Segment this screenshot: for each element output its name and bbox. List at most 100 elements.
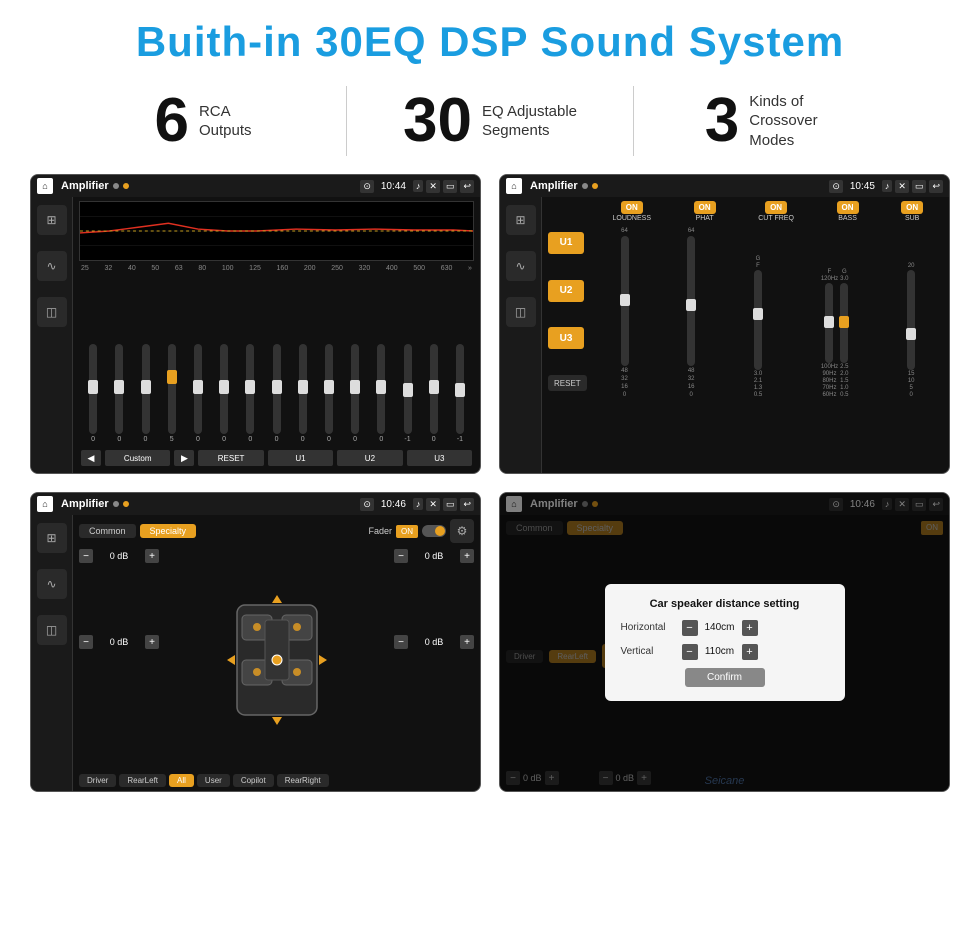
cross-u2-btn[interactable]: U2: [548, 280, 584, 302]
fader-home-icon[interactable]: ⌂: [37, 496, 53, 512]
cross-wave-btn[interactable]: ∿: [506, 251, 536, 281]
eq-close-icon[interactable]: ✕: [426, 180, 440, 193]
eq-slider-8[interactable]: 0: [264, 344, 288, 443]
page-title: Buith-in 30EQ DSP Sound System: [0, 18, 980, 66]
fader-filter-btn[interactable]: ⊞: [37, 523, 67, 553]
fader-tr-minus[interactable]: −: [394, 549, 408, 563]
cross-u1-btn[interactable]: U1: [548, 232, 584, 254]
cross-u3-btn[interactable]: U3: [548, 327, 584, 349]
fader-window-icon[interactable]: ▭: [443, 498, 458, 511]
eq-wave-btn[interactable]: ∿: [37, 251, 67, 281]
cross-window-icon[interactable]: ▭: [912, 180, 927, 193]
cross-sidebar: ⊞ ∿ ◫: [500, 197, 542, 473]
cross-balance-btn[interactable]: ◫: [506, 297, 536, 327]
dialog-horizontal-minus[interactable]: −: [682, 620, 698, 636]
eq-slider-14[interactable]: 0: [422, 344, 446, 443]
fader-copilot-btn[interactable]: Copilot: [233, 774, 274, 787]
stat-crossover: 3 Kinds ofCrossover Modes: [634, 90, 920, 152]
eq-slider-12[interactable]: 0: [369, 344, 393, 443]
eq-home-icon[interactable]: ⌂: [37, 178, 53, 194]
stat-eq-label: EQ AdjustableSegments: [482, 102, 577, 141]
fader-spacer: [79, 569, 159, 629]
eq-reset-btn[interactable]: RESET: [198, 450, 263, 466]
fader-bl-minus[interactable]: −: [79, 635, 93, 649]
fader-br-val: 0 dB: [411, 637, 457, 647]
cross-home-icon[interactable]: ⌂: [506, 178, 522, 194]
fader-android-bar: ⌂ Amplifier ⊙ 10:46 ♪ ✕ ▭ ↩: [31, 493, 480, 515]
cross-back-icon[interactable]: ↩: [929, 180, 943, 193]
fader-app-title: Amplifier: [61, 498, 109, 510]
eq-prev-btn[interactable]: ◀: [81, 450, 101, 466]
stat-rca: 6 RCAOutputs: [60, 90, 346, 152]
eq-filter-btn[interactable]: ⊞: [37, 205, 67, 235]
fader-diagram: [165, 549, 388, 770]
fader-tl-plus[interactable]: +: [145, 549, 159, 563]
fader-close-icon[interactable]: ✕: [426, 498, 440, 511]
eq-slider-9[interactable]: 0: [291, 344, 315, 443]
eq-slider-2[interactable]: 0: [107, 344, 131, 443]
cross-sub-slider[interactable]: 20 15 10 5 0: [907, 263, 915, 398]
fader-bl-plus[interactable]: +: [145, 635, 159, 649]
cross-bass-on[interactable]: ON: [837, 201, 859, 214]
fader-tl-minus[interactable]: −: [79, 549, 93, 563]
fader-on-btn[interactable]: ON: [396, 525, 418, 538]
eq-slider-11[interactable]: 0: [343, 344, 367, 443]
dialog-screen: ⌂ Amplifier ⊙ 10:46 ♪ ✕ ▭ ↩ Common Speci…: [499, 492, 950, 792]
cross-filter-btn[interactable]: ⊞: [506, 205, 536, 235]
fader-br-plus[interactable]: +: [460, 635, 474, 649]
cross-loudness-slider[interactable]: 64 48 32 16 0: [621, 228, 629, 398]
eq-slider-1[interactable]: 0: [81, 344, 105, 443]
fader-bl-control: − 0 dB +: [79, 635, 159, 649]
eq-u2-btn[interactable]: U2: [337, 450, 402, 466]
fader-specialty-tab[interactable]: Specialty: [140, 524, 197, 538]
fader-all-btn[interactable]: All: [169, 774, 194, 787]
cross-speaker-icon: ♪: [882, 180, 893, 192]
fader-common-tab[interactable]: Common: [79, 524, 136, 538]
cross-loudness-on[interactable]: ON: [621, 201, 643, 214]
fader-rearleft-btn[interactable]: RearLeft: [119, 774, 166, 787]
eq-slider-3[interactable]: 0: [133, 344, 157, 443]
fader-settings-btn[interactable]: ⚙: [450, 519, 474, 543]
fader-rearright-btn[interactable]: RearRight: [277, 774, 329, 787]
eq-slider-10[interactable]: 0: [317, 344, 341, 443]
eq-slider-4[interactable]: 5: [160, 344, 184, 443]
cross-android-bar: ⌂ Amplifier ⊙ 10:45 ♪ ✕ ▭ ↩: [500, 175, 949, 197]
fader-wave-btn[interactable]: ∿: [37, 569, 67, 599]
eq-balance-btn[interactable]: ◫: [37, 297, 67, 327]
fader-toggle[interactable]: [422, 525, 446, 537]
dialog-vertical-minus[interactable]: −: [682, 644, 698, 660]
cross-phat-on[interactable]: ON: [694, 201, 716, 214]
cross-sub-on[interactable]: ON: [901, 201, 923, 214]
fader-user-btn[interactable]: User: [197, 774, 230, 787]
cross-cutfreq-on[interactable]: ON: [765, 201, 787, 214]
dialog-horizontal-plus[interactable]: +: [742, 620, 758, 636]
fader-balance-btn[interactable]: ◫: [37, 615, 67, 645]
eq-next-btn[interactable]: ▶: [174, 450, 194, 466]
cross-phat-slider[interactable]: 64 48 32 16 0: [687, 228, 695, 398]
cross-reset-btn[interactable]: RESET: [548, 375, 587, 391]
confirm-button[interactable]: Confirm: [685, 668, 765, 687]
eq-u1-btn[interactable]: U1: [268, 450, 333, 466]
fader-right-controls: − 0 dB + − 0 dB +: [394, 549, 474, 770]
fader-back-icon[interactable]: ↩: [460, 498, 474, 511]
eq-u3-btn[interactable]: U3: [407, 450, 472, 466]
fader-bottom-btns: Driver RearLeft All User Copilot RearRig…: [79, 774, 474, 787]
fader-br-minus[interactable]: −: [394, 635, 408, 649]
eq-slider-13[interactable]: -1: [395, 344, 419, 443]
cross-close-icon[interactable]: ✕: [895, 180, 909, 193]
eq-custom-btn[interactable]: Custom: [105, 450, 170, 466]
eq-slider-6[interactable]: 0: [212, 344, 236, 443]
fader-driver-btn[interactable]: Driver: [79, 774, 116, 787]
eq-speaker-icon: ♪: [413, 180, 424, 192]
fader-tr-control: − 0 dB +: [394, 549, 474, 563]
fader-tr-plus[interactable]: +: [460, 549, 474, 563]
eq-window-icon[interactable]: ▭: [443, 180, 458, 193]
eq-slider-15[interactable]: -1: [448, 344, 472, 443]
eq-slider-5[interactable]: 0: [186, 344, 210, 443]
dialog-vertical-plus[interactable]: +: [742, 644, 758, 660]
eq-back-icon[interactable]: ↩: [460, 180, 474, 193]
fader-time: 10:46: [381, 499, 406, 510]
fader-car-diagram: [217, 585, 337, 735]
eq-slider-7[interactable]: 0: [238, 344, 262, 443]
cross-bass-label: BASS: [838, 215, 857, 222]
